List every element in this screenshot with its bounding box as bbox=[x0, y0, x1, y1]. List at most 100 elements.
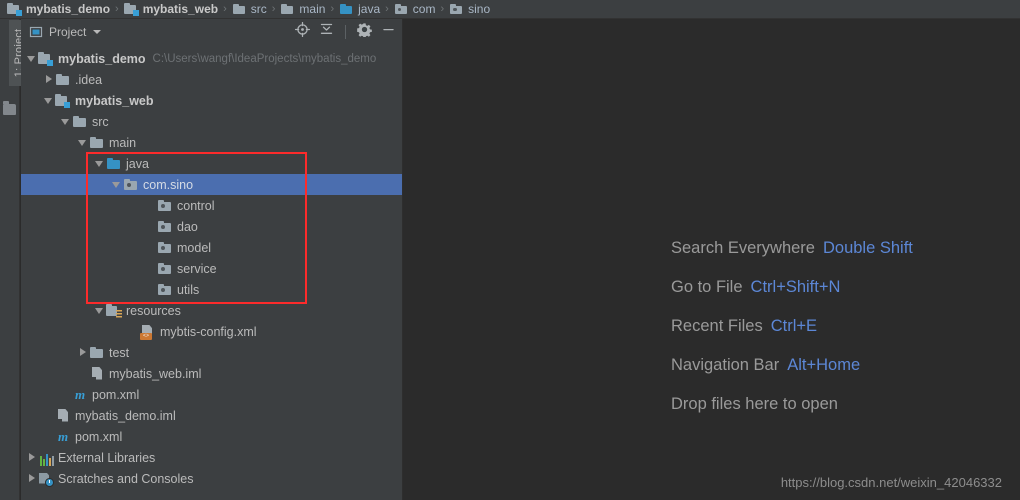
tree-row-label: Scratches and Consoles bbox=[58, 471, 194, 486]
chevron-down-icon[interactable] bbox=[95, 305, 106, 316]
project-tree[interactable]: mybatis_demo C:\Users\wangf\IdeaProjects\… bbox=[21, 46, 402, 500]
tree-row-label: pom.xml bbox=[92, 387, 140, 402]
chevron-down-icon[interactable] bbox=[27, 53, 38, 64]
tree-row-label: dao bbox=[177, 219, 198, 234]
shortcut-key-label: Ctrl+E bbox=[770, 317, 818, 335]
breadcrumb-item-label: mybatis_web bbox=[142, 2, 219, 16]
breadcrumb-item-mybatis-web[interactable]: mybatis_web bbox=[122, 1, 220, 18]
tree-row[interactable]: com.sino bbox=[21, 174, 402, 195]
breadcrumb-item-main[interactable]: main bbox=[278, 1, 327, 18]
tree-row[interactable]: <> mybtis-config.xml bbox=[21, 321, 402, 342]
shortcut-action-label: Recent Files bbox=[671, 317, 763, 335]
tree-row[interactable]: model bbox=[21, 237, 402, 258]
shortcut-hint: Go to File Ctrl+Shift+N bbox=[671, 278, 913, 317]
xml-file-icon: <> bbox=[140, 324, 156, 340]
select-opened-file-icon[interactable] bbox=[294, 21, 311, 42]
breadcrumb-separator: › bbox=[385, 2, 389, 15]
breadcrumb-item-src[interactable]: src bbox=[230, 1, 269, 18]
watermark-url: https://blog.csdn.net/weixin_42046332 bbox=[780, 475, 1002, 490]
source-folder-icon bbox=[339, 2, 354, 17]
tree-row[interactable]: test bbox=[21, 342, 402, 363]
chevron-down-icon[interactable] bbox=[44, 95, 55, 106]
folder-icon bbox=[89, 345, 105, 361]
package-icon bbox=[123, 177, 139, 193]
tree-row[interactable]: mybatis_demo C:\Users\wangf\IdeaProjects\… bbox=[21, 48, 402, 69]
tree-row[interactable]: mybatis_demo.iml bbox=[21, 405, 402, 426]
settings-gear-icon[interactable] bbox=[357, 22, 372, 42]
package-icon bbox=[157, 282, 173, 298]
project-panel-title: Project bbox=[49, 25, 87, 39]
tree-row[interactable]: m pom.xml bbox=[21, 384, 402, 405]
module-icon bbox=[7, 2, 22, 17]
chevron-down-icon[interactable] bbox=[95, 158, 106, 169]
tree-row[interactable]: resources bbox=[21, 300, 402, 321]
chevron-down-icon[interactable] bbox=[61, 116, 72, 127]
chevron-down-icon[interactable] bbox=[112, 179, 123, 190]
tree-row[interactable]: .idea bbox=[21, 69, 402, 90]
tree-row-label: pom.xml bbox=[75, 429, 123, 444]
shortcut-hint-list: Search Everywhere Double Shift Go to File C… bbox=[671, 239, 913, 434]
resources-folder-icon bbox=[106, 303, 122, 319]
tree-row-label: mybatis_web bbox=[75, 93, 154, 108]
source-folder-icon bbox=[106, 156, 122, 172]
module-icon bbox=[55, 93, 71, 109]
scratches-icon bbox=[38, 471, 54, 487]
breadcrumb-separator: › bbox=[223, 2, 227, 15]
chevron-right-icon[interactable] bbox=[78, 347, 89, 358]
collapse-all-icon[interactable] bbox=[319, 22, 334, 42]
breadcrumb-item-java[interactable]: java bbox=[337, 1, 382, 18]
breadcrumb-item-mybatis-demo[interactable]: mybatis_demo bbox=[5, 1, 112, 18]
breadcrumb-item-sino[interactable]: sino bbox=[447, 1, 492, 18]
tree-row[interactable]: utils bbox=[21, 279, 402, 300]
tree-row-label: java bbox=[126, 156, 149, 171]
hide-window-icon[interactable] bbox=[381, 22, 396, 42]
shortcut-action-label: Navigation Bar bbox=[671, 356, 780, 374]
tree-row[interactable]: src bbox=[21, 111, 402, 132]
tree-row[interactable]: main bbox=[21, 132, 402, 153]
tree-row[interactable]: Scratches and Consoles bbox=[21, 468, 402, 489]
chevron-down-icon[interactable] bbox=[78, 137, 89, 148]
tree-row[interactable]: service bbox=[21, 258, 402, 279]
tree-row[interactable]: dao bbox=[21, 216, 402, 237]
project-panel-actions bbox=[294, 21, 396, 42]
iml-file-icon bbox=[89, 366, 105, 382]
breadcrumb-item-label: mybatis_demo bbox=[26, 2, 111, 16]
tree-row[interactable]: External Libraries bbox=[21, 447, 402, 468]
tree-row[interactable]: java bbox=[21, 153, 402, 174]
tree-row[interactable]: mybatis_web.iml bbox=[21, 363, 402, 384]
tree-row-label: utils bbox=[177, 282, 200, 297]
shortcut-hint: Recent Files Ctrl+E bbox=[671, 317, 913, 356]
iml-file-icon bbox=[55, 408, 71, 424]
tree-row-label: External Libraries bbox=[58, 450, 156, 465]
tree-row[interactable]: mybatis_web bbox=[21, 90, 402, 111]
chevron-down-icon[interactable] bbox=[93, 30, 102, 34]
module-icon bbox=[123, 2, 139, 17]
chevron-right-icon[interactable] bbox=[27, 452, 38, 463]
shortcut-key-label: Alt+Home bbox=[787, 356, 861, 374]
shortcut-key-label: Ctrl+Shift+N bbox=[750, 278, 841, 296]
shortcut-hint: Navigation Bar Alt+Home bbox=[671, 356, 913, 395]
package-icon bbox=[157, 219, 173, 235]
chevron-right-icon[interactable] bbox=[44, 74, 55, 85]
chevron-right-icon[interactable] bbox=[27, 473, 38, 484]
package-icon bbox=[157, 240, 173, 256]
folder-icon bbox=[232, 2, 247, 17]
package-icon bbox=[449, 2, 464, 17]
structure-icon[interactable] bbox=[3, 101, 16, 115]
tree-row[interactable]: control bbox=[21, 195, 402, 216]
tree-row[interactable]: m pom.xml bbox=[21, 426, 402, 447]
tree-row-label: mybatis_demo.iml bbox=[75, 408, 176, 423]
breadcrumb-item-label: sino bbox=[468, 2, 491, 16]
tool-window-stripe-left: 1: Project bbox=[0, 19, 29, 500]
breadcrumb-item-com[interactable]: com bbox=[392, 1, 438, 18]
editor-empty-state: Search Everywhere Double Shift Go to File C… bbox=[403, 19, 1020, 500]
folder-icon bbox=[280, 2, 295, 17]
shortcut-key-label: Double Shift bbox=[822, 239, 913, 257]
tree-row-label: main bbox=[109, 135, 137, 150]
folder-icon bbox=[55, 72, 71, 88]
